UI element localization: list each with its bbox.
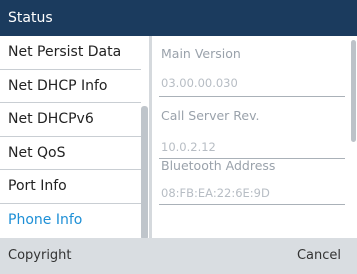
screen-title: Status: [0, 0, 357, 36]
details-divider: [159, 96, 345, 97]
menu-item-net-dhcpv6[interactable]: Net DHCPv6: [0, 103, 148, 137]
menu-item-net-persist-data[interactable]: Net Persist Data: [0, 36, 148, 70]
call-server-label: Call Server Rev.: [161, 108, 260, 123]
copyright-softkey[interactable]: Copyright: [8, 238, 72, 274]
menu-scrollbar-thumb[interactable]: [141, 106, 148, 240]
details-scrollbar-thumb[interactable]: [351, 40, 356, 142]
main-version-label: Main Version: [161, 46, 241, 61]
call-server-value: 10.0.2.12: [161, 140, 216, 154]
menu-item-net-dhcp-info[interactable]: Net DHCP Info: [0, 70, 148, 103]
menu-item-net-qos[interactable]: Net QoS: [0, 137, 148, 170]
bluetooth-address-label: Bluetooth Address: [161, 158, 276, 173]
cancel-softkey[interactable]: Cancel: [297, 238, 341, 274]
bluetooth-address-value: 08:FB:EA:22:6E:9D: [161, 186, 270, 200]
menu-item-phone-info[interactable]: Phone Info: [0, 204, 148, 238]
menu-item-port-info[interactable]: Port Info: [0, 170, 148, 204]
status-menu: Net Persist Data Net DHCP Info Net DHCPv…: [0, 36, 148, 238]
softkey-bar: Copyright Cancel: [0, 238, 357, 274]
main-version-value: 03.00.00.030: [161, 76, 238, 90]
details-divider: [159, 204, 345, 205]
phone-info-details: Main Version 03.00.00.030 Call Server Re…: [152, 36, 357, 238]
